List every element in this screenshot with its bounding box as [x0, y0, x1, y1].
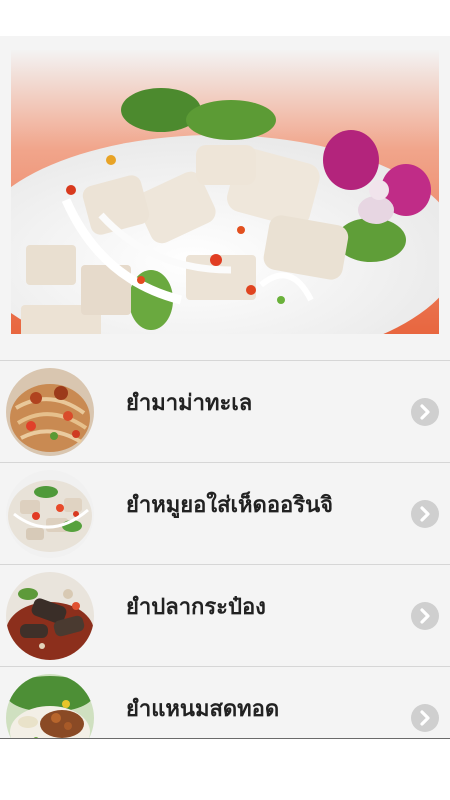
pork-sausage-mushroom-salad-photo-icon [6, 470, 94, 558]
fried-fermented-pork-salad-thumbnail [6, 674, 94, 738]
bottom-area [0, 738, 450, 800]
hero-image [11, 50, 439, 334]
recipe-title: ยำหมูยอใส่เห็ดออรินจิ [126, 493, 334, 518]
spicy-sausage-salad-photo-icon [11, 50, 439, 334]
status-bar-area [0, 0, 450, 36]
chevron-right-icon[interactable] [411, 704, 439, 732]
seafood-noodle-salad-photo-icon [6, 368, 94, 456]
list-item[interactable]: ยำหมูยอใส่เห็ดออรินจิ [0, 463, 450, 565]
chevron-right-icon[interactable] [411, 500, 439, 528]
list-item[interactable]: ยำมาม่าทะเล [0, 361, 450, 463]
list-item[interactable]: ยำแหนมสดทอด [0, 667, 450, 738]
recipe-title: ยำมาม่าทะเล [126, 391, 253, 416]
chevron-right-icon[interactable] [411, 602, 439, 630]
app-screen: ยำมาม่าทะเล ยำหมูยอใส่เห็ดออรินจิ ยำปลาก… [0, 0, 450, 800]
recipe-title: ยำปลากระป๋อง [126, 595, 266, 620]
main-content[interactable]: ยำมาม่าทะเล ยำหมูยอใส่เห็ดออรินจิ ยำปลาก… [0, 36, 450, 738]
pork-sausage-mushroom-salad-thumbnail [6, 470, 94, 558]
recipe-title: ยำแหนมสดทอด [126, 697, 280, 722]
canned-fish-salad-thumbnail [6, 572, 94, 660]
fried-fermented-pork-salad-photo-icon [6, 674, 94, 738]
canned-fish-salad-photo-icon [6, 572, 94, 660]
chevron-right-icon[interactable] [411, 398, 439, 426]
seafood-noodle-salad-thumbnail [6, 368, 94, 456]
list-item[interactable]: ยำปลากระป๋อง [0, 565, 450, 667]
recipe-list: ยำมาม่าทะเล ยำหมูยอใส่เห็ดออรินจิ ยำปลาก… [0, 360, 450, 738]
